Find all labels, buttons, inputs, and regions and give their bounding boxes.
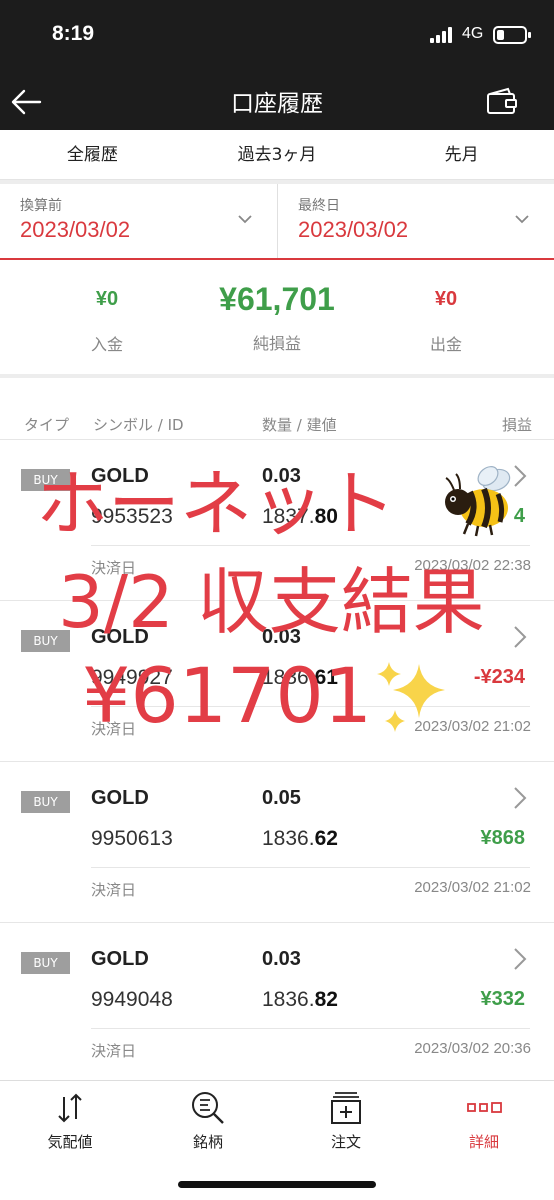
pnl-value: 4 [513, 505, 525, 527]
withdraw-summary: ¥0 出金 [396, 262, 496, 355]
table-row[interactable]: BUY GOLD 0.05 9950613 1836.62 ¥868 決済日 2… [0, 763, 554, 923]
period-tabs: 全履歴 過去3ヶ月 先月 [0, 130, 554, 180]
entry-price: 1836.62 [262, 827, 338, 850]
tab-past-3-months[interactable]: 過去3ヶ月 [185, 130, 370, 179]
wallet-button[interactable] [482, 82, 522, 122]
trade-type-badge: BUY [21, 952, 70, 974]
net-pnl-summary: ¥61,701 純損益 [177, 262, 377, 354]
page-title: 口座履歴 [231, 91, 323, 117]
withdraw-amount: ¥0 [434, 288, 458, 310]
quantity: 0.03 [262, 626, 301, 648]
col-symbol: シンボル / ID [93, 416, 184, 434]
net-pnl-label: 純損益 [252, 334, 301, 353]
nav-bar: 口座履歴 [0, 72, 554, 130]
chevron-down-icon [238, 215, 252, 224]
quantity: 0.05 [262, 787, 301, 809]
settle-label: 決済日 [91, 1042, 137, 1060]
trade-id: 9949048 [91, 988, 173, 1011]
settle-date: 2023/03/02 21:02 [414, 718, 531, 735]
end-date-value: 2023/03/02 [298, 217, 409, 242]
settle-date: 2023/03/02 22:38 [414, 557, 531, 574]
trade-id: 9950613 [91, 827, 173, 850]
table-row[interactable]: BUY GOLD 0.03 9949927 1836.61 -¥234 決済日 … [0, 602, 554, 762]
signal-icon [430, 27, 456, 43]
nav-details-label: 詳細 [468, 1133, 499, 1151]
nav-order[interactable]: 注文 [296, 1089, 396, 1152]
symbol: GOLD [91, 948, 149, 970]
quantity: 0.03 [262, 465, 301, 487]
end-date-picker[interactable]: 最終日 2023/03/02 [278, 184, 554, 258]
trade-id: 9953523 [91, 505, 173, 528]
chevron-down-icon [515, 215, 529, 224]
table-header: タイプ シンボル / ID 数量 / 建値 損益 [0, 408, 554, 440]
chevron-right-icon [514, 465, 527, 487]
col-qty: 数量 / 建値 [262, 416, 337, 434]
nav-quotes[interactable]: 気配値 [20, 1089, 120, 1152]
start-date-value: 2023/03/02 [20, 217, 131, 242]
symbol: GOLD [91, 787, 149, 809]
order-icon [331, 1092, 361, 1124]
nav-symbols-label: 銘柄 [192, 1133, 223, 1151]
nav-quotes-label: 気配値 [47, 1133, 93, 1151]
chevron-right-icon [514, 787, 527, 809]
chevron-right-icon [514, 626, 527, 648]
start-date-label: 換算前 [20, 198, 62, 214]
end-date-label: 最終日 [298, 198, 340, 214]
home-indicator [178, 1181, 376, 1188]
quotes-icon [58, 1093, 82, 1123]
deposit-amount: ¥0 [95, 288, 119, 310]
settle-label: 決済日 [91, 559, 137, 577]
tab-last-month[interactable]: 先月 [369, 130, 554, 179]
tab-all-history[interactable]: 全履歴 [0, 130, 185, 179]
settle-label: 決済日 [91, 881, 137, 899]
settle-date: 2023/03/02 21:02 [414, 879, 531, 896]
symbol: GOLD [91, 626, 149, 648]
status-time: 8:19 [52, 22, 95, 45]
battery-icon [493, 26, 531, 44]
entry-price: 1836.82 [262, 988, 338, 1011]
network-type: 4G [462, 25, 484, 42]
settle-date: 2023/03/02 20:36 [414, 1040, 531, 1057]
col-pnl: 損益 [501, 416, 532, 434]
entry-price: 1837.80 [262, 505, 338, 528]
wallet-icon [487, 87, 517, 114]
start-date-picker[interactable]: 換算前 2023/03/02 [0, 184, 277, 258]
status-bar: 8:19 4G [0, 0, 554, 72]
trade-type-badge: BUY [21, 469, 70, 491]
trade-id: 9949927 [91, 666, 173, 689]
entry-price: 1836.61 [262, 666, 338, 689]
col-type: タイプ [24, 416, 70, 434]
deposit-summary: ¥0 入金 [57, 262, 157, 355]
nav-details[interactable]: 詳細 [434, 1089, 534, 1152]
details-icon [467, 1102, 502, 1113]
quantity: 0.03 [262, 948, 301, 970]
symbol-search-icon [192, 1092, 224, 1124]
date-range: 換算前 2023/03/02 最終日 2023/03/02 [0, 184, 554, 260]
trade-type-badge: BUY [21, 630, 70, 652]
table-row[interactable]: BUY GOLD 0.03 9953523 1837.80 4 決済日 2023… [0, 441, 554, 601]
chevron-right-icon [514, 948, 527, 970]
summary-panel: ¥0 入金 ¥61,701 純損益 ¥0 出金 [0, 262, 554, 374]
withdraw-label: 出金 [429, 335, 462, 354]
nav-symbols[interactable]: 銘柄 [158, 1089, 258, 1152]
trade-type-badge: BUY [21, 791, 70, 813]
net-pnl-amount: ¥61,701 [219, 281, 335, 317]
pnl-value: ¥332 [480, 988, 526, 1010]
deposit-label: 入金 [90, 335, 123, 354]
pnl-value: -¥234 [473, 666, 525, 688]
settle-label: 決済日 [91, 720, 137, 738]
pnl-value: ¥868 [480, 827, 526, 849]
nav-order-label: 注文 [330, 1133, 361, 1151]
symbol: GOLD [91, 465, 149, 487]
table-row[interactable]: BUY GOLD 0.03 9949048 1836.82 ¥332 決済日 2… [0, 924, 554, 1084]
